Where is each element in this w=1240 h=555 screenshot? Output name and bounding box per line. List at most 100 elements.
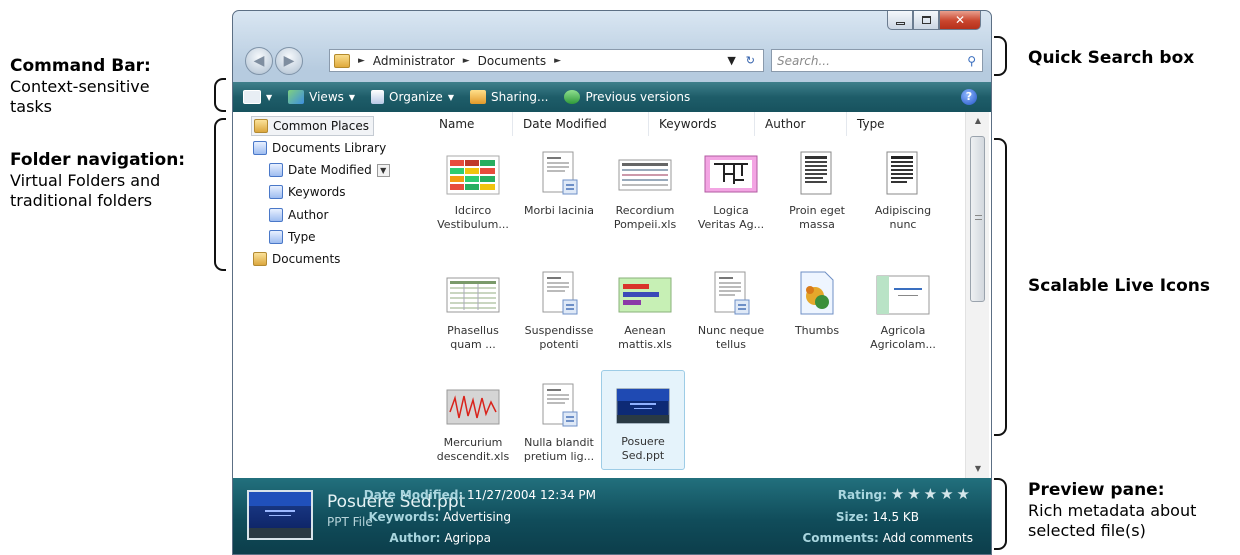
meta-label: Rating:	[837, 488, 887, 502]
chevron-right-icon[interactable]: ►	[554, 56, 561, 66]
views-label: Views	[309, 90, 344, 104]
file-name-line: Veritas Ag...	[697, 218, 765, 231]
nav-item-label: Common Places	[273, 119, 370, 133]
nav-item-documents-library[interactable]: Documents Library	[253, 138, 386, 158]
meta-comments: Comments: Add comments	[802, 531, 973, 545]
back-arrow-icon: ◀	[253, 53, 265, 69]
help-icon[interactable]: ?	[961, 89, 977, 105]
live-icons-annotation: Scalable Live Icons	[1028, 276, 1210, 297]
file-item[interactable]: Phasellus quam ...	[431, 270, 515, 352]
file-name-line: Nunc neque	[697, 324, 765, 337]
scroll-down-icon[interactable]: ▼	[966, 460, 990, 478]
annotation-heading: Folder navigation:	[10, 150, 186, 170]
back-button[interactable]: ◀	[245, 47, 273, 75]
column-header-date-modified[interactable]: Date Modified	[513, 112, 649, 136]
maximize-button[interactable]	[913, 11, 939, 30]
meta-label: Size:	[835, 510, 869, 524]
sharing-icon	[469, 90, 486, 104]
nav-item-keywords[interactable]: Keywords	[269, 182, 346, 202]
organize-button[interactable]: Organize ▼	[371, 90, 454, 104]
address-bar[interactable]: ► Administrator ► Documents ► ▼ ↻	[329, 49, 764, 72]
nav-item-type[interactable]: Type	[269, 227, 316, 247]
chevron-right-icon: ►	[462, 55, 470, 66]
vertical-scrollbar[interactable]: ▲ ▼	[965, 112, 989, 478]
file-item[interactable]: Idcirco Vestibulum...	[431, 150, 515, 232]
nav-item-common-places[interactable]: Common Places	[251, 116, 375, 136]
spreadsheet-icon	[618, 159, 672, 191]
preview-pane-annotation: Preview pane: Rich metadata about select…	[1028, 480, 1196, 541]
search-icon[interactable]: ⚲	[967, 54, 976, 68]
nav-item-author[interactable]: Author	[269, 205, 328, 225]
forward-button[interactable]: ▶	[275, 47, 303, 75]
meta-value[interactable]: 11/27/2004 12:34 PM	[467, 488, 596, 502]
spreadsheet-heatmap-icon	[446, 155, 500, 195]
quick-search-annotation: Quick Search box	[1028, 48, 1194, 69]
sharing-button[interactable]: Sharing...	[469, 90, 548, 104]
file-item[interactable]: Suspendisse potenti	[517, 270, 601, 352]
file-name-line: mattis.xls	[618, 338, 672, 351]
rating-stars[interactable]: ★★★★★	[891, 485, 973, 503]
file-item[interactable]: Recordium Pompeii.xls	[603, 150, 687, 232]
nav-item-documents[interactable]: Documents	[253, 249, 340, 269]
views-button[interactable]: Views ▼	[288, 90, 355, 104]
file-item[interactable]: Thumbs	[775, 270, 859, 338]
virtual-folder-icon	[269, 185, 283, 199]
preview-thumbnail	[247, 490, 313, 540]
scroll-up-icon[interactable]: ▲	[966, 112, 990, 130]
meta-value[interactable]: Agrippa	[444, 531, 491, 545]
text-document-icon	[800, 151, 832, 195]
meta-value[interactable]: Advertising	[443, 510, 511, 524]
close-button[interactable]: ✕	[939, 11, 981, 30]
layout-icon	[243, 90, 261, 104]
file-name-line: Aenean	[624, 324, 666, 337]
address-controls: ▼ ↻	[727, 54, 763, 67]
meta-rating: Rating: ★★★★★	[838, 485, 973, 503]
virtual-folder-icon	[269, 208, 283, 222]
file-item[interactable]: Nulla blandit pretium lig...	[517, 382, 601, 464]
file-item[interactable]: Aenean mattis.xls	[603, 270, 687, 352]
file-item[interactable]: Morbi lacinia	[517, 150, 601, 218]
breadcrumb-documents[interactable]: Documents	[478, 54, 546, 68]
column-header-keywords[interactable]: Keywords	[649, 112, 755, 136]
file-name-line: potenti	[539, 338, 579, 351]
file-item[interactable]: Adipiscing nunc	[861, 150, 945, 232]
scrollbar-thumb[interactable]	[970, 136, 985, 302]
document-icon	[542, 151, 578, 195]
command-bar-annotation: Command Bar: Context-sensitive tasks	[10, 56, 151, 117]
folder-icon	[254, 119, 268, 133]
search-input[interactable]: Search...	[777, 54, 830, 68]
file-name-line: descendit.xls	[436, 450, 510, 463]
forward-arrow-icon: ▶	[283, 53, 295, 69]
chevron-down-icon[interactable]: ▼	[376, 163, 390, 177]
minimize-button[interactable]	[887, 11, 913, 30]
meta-label: Author:	[389, 531, 441, 545]
breadcrumb-administrator[interactable]: Administrator	[373, 54, 455, 68]
previous-versions-button[interactable]: Previous versions	[564, 90, 690, 104]
organize-label: Organize	[389, 90, 443, 104]
file-name-line: Agricolam...	[870, 338, 936, 351]
file-item[interactable]: Mercurium descendit.xls	[431, 382, 515, 464]
refresh-icon[interactable]: ↻	[746, 54, 755, 67]
annotation-line: selected file(s)	[1028, 521, 1146, 541]
meta-size: Size: 14.5 KB	[836, 510, 919, 524]
file-item-selected[interactable]: Posuere Sed.ppt	[601, 370, 685, 470]
column-header-author[interactable]: Author	[755, 112, 847, 136]
column-header-name[interactable]: Name	[429, 112, 513, 136]
search-box[interactable]: Search... ⚲	[771, 49, 983, 72]
address-dropdown-icon[interactable]: ▼	[727, 54, 735, 67]
file-item[interactable]: Agricola Agricolam...	[861, 270, 945, 352]
dropdown-arrow-icon: ▼	[348, 92, 356, 102]
file-name-line: Mercurium	[443, 436, 503, 449]
previous-versions-label: Previous versions	[585, 90, 691, 104]
file-item[interactable]: Nunc neque tellus	[689, 270, 773, 352]
file-name-line: nunc	[889, 218, 917, 231]
column-headers: Name Date Modified Keywords Author Type	[429, 112, 961, 136]
meta-value[interactable]: Add comments	[883, 531, 973, 545]
layout-button[interactable]: ▼	[243, 90, 272, 104]
file-item[interactable]: Proin eget massa	[775, 150, 859, 232]
column-header-type[interactable]: Type	[847, 112, 947, 136]
file-item[interactable]: Logica Veritas Ag...	[689, 150, 773, 232]
dropdown-arrow-icon: ▼	[266, 92, 273, 102]
nav-item-date-modified[interactable]: Date Modified ▼	[269, 160, 390, 180]
caption-buttons: ✕	[887, 11, 981, 30]
